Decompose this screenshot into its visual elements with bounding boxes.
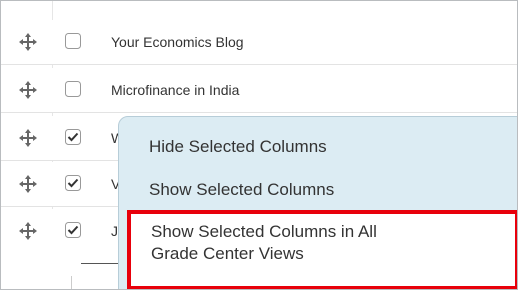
menu-item-label-line2: Grade Center Views: [151, 244, 304, 263]
row-checkbox[interactable]: [65, 81, 81, 97]
row-checkbox[interactable]: [65, 33, 81, 49]
row-label: Your Economics Blog: [111, 34, 244, 50]
move-handle-icon[interactable]: [17, 127, 39, 149]
move-handle-icon[interactable]: [17, 173, 39, 195]
column-list-panel: Your Economics Blog Microfinance in Indi…: [0, 0, 518, 290]
list-item[interactable]: Your Economics Blog: [1, 20, 517, 65]
context-menu: Hide Selected Columns Show Selected Colu…: [118, 116, 517, 289]
row-checkbox-checked[interactable]: [65, 222, 81, 238]
divider-tick: [71, 276, 72, 289]
move-handle-icon[interactable]: [17, 79, 39, 101]
menu-item-show-selected-columns[interactable]: Show Selected Columns: [149, 180, 334, 200]
menu-item-label-line1: Show Selected Columns in All: [151, 222, 377, 241]
menu-item-show-selected-columns-all-views[interactable]: Show Selected Columns in All Grade Cente…: [127, 210, 517, 289]
menu-item-hide-selected-columns[interactable]: Hide Selected Columns: [149, 137, 327, 157]
move-handle-icon[interactable]: [17, 31, 39, 53]
menu-item-label: Show Selected Columns in All Grade Cente…: [151, 221, 377, 265]
row-checkbox-checked[interactable]: [65, 175, 81, 191]
row-checkbox-checked[interactable]: [65, 129, 81, 145]
list-item[interactable]: Microfinance in India: [1, 68, 517, 113]
move-handle-icon[interactable]: [17, 220, 39, 242]
row-label: J: [111, 223, 118, 239]
row-label: Microfinance in India: [111, 82, 240, 98]
